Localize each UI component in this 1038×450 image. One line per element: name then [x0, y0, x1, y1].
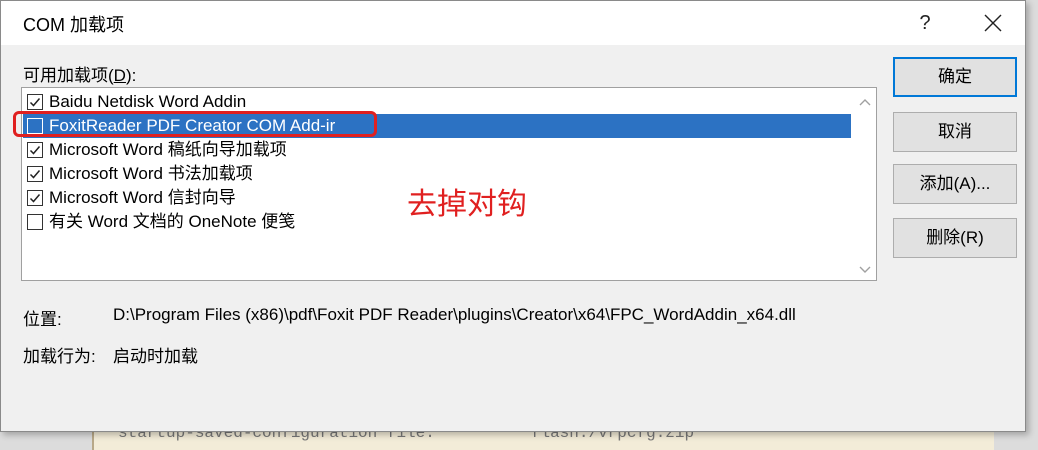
- label-suffix: ):: [125, 66, 137, 85]
- list-item-label: Microsoft Word 书法加载项: [49, 164, 253, 183]
- checkbox-checked[interactable]: [27, 142, 43, 158]
- checkmark-icon: [29, 146, 41, 155]
- add-button[interactable]: 添加(A)...: [893, 164, 1017, 204]
- checkbox-checked[interactable]: [27, 190, 43, 206]
- vertical-scrollbar[interactable]: [854, 88, 876, 280]
- scroll-down-icon[interactable]: [858, 262, 872, 276]
- remove-button[interactable]: 删除(R): [893, 218, 1017, 258]
- title-bar: COM 加载项 ?: [1, 1, 1025, 45]
- highlight-box: [13, 111, 377, 137]
- cancel-button[interactable]: 取消: [893, 112, 1017, 152]
- com-addins-dialog: COM 加载项 ? 可用加载项(D): Baidu Netdisk Word A…: [0, 0, 1026, 432]
- checkmark-icon: [29, 98, 41, 107]
- list-item-label: Microsoft Word 信封向导: [49, 188, 236, 207]
- available-addins-label: 可用加载项(D):: [23, 61, 136, 86]
- checkmark-icon: [29, 194, 41, 203]
- help-button[interactable]: ?: [907, 7, 943, 39]
- location-value: D:\Program Files (x86)\pdf\Foxit PDF Rea…: [113, 305, 796, 324]
- ok-button[interactable]: 确定: [893, 57, 1017, 97]
- location-label: 位置:: [23, 310, 62, 329]
- checkbox-checked[interactable]: [27, 166, 43, 182]
- list-item-label: 有关 Word 文档的 OneNote 便笺: [49, 212, 296, 231]
- load-behavior-value: 启动时加载: [113, 347, 198, 366]
- annotation-text: 去掉对钩: [407, 187, 527, 222]
- load-behavior-label: 加载行为:: [23, 347, 96, 366]
- checkbox-unchecked[interactable]: [27, 214, 43, 230]
- label-access-key: D: [113, 66, 126, 85]
- list-item-label: Microsoft Word 稿纸向导加载项: [49, 140, 287, 159]
- close-button[interactable]: [973, 7, 1013, 39]
- checkmark-icon: [29, 170, 41, 179]
- list-item[interactable]: Microsoft Word 稿纸向导加载项: [23, 138, 851, 162]
- label-prefix: 可用加载项(: [23, 66, 114, 85]
- scroll-up-icon[interactable]: [858, 96, 872, 110]
- dialog-title: COM 加载项: [23, 15, 124, 35]
- close-icon: [984, 14, 1002, 32]
- checkbox-checked[interactable]: [27, 94, 43, 110]
